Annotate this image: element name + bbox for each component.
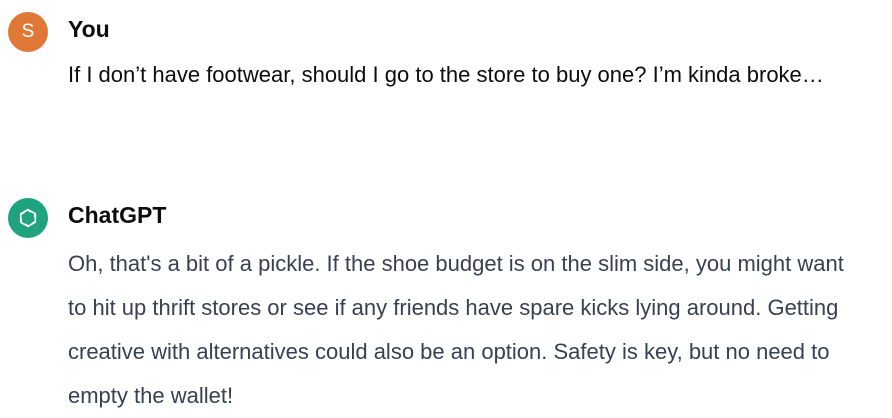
openai-logo-icon (19, 208, 37, 228)
user-avatar: S (8, 12, 48, 52)
user-avatar-letter: S (21, 21, 35, 42)
assistant-avatar (8, 198, 48, 238)
user-message-text: If I don’t have footwear, should I go to… (68, 62, 824, 87)
assistant-message-text: Oh, that's a bit of a pickle. If the sho… (68, 251, 844, 408)
assistant-author-name: ChatGPT (68, 202, 167, 228)
user-author-name: You (68, 16, 110, 42)
